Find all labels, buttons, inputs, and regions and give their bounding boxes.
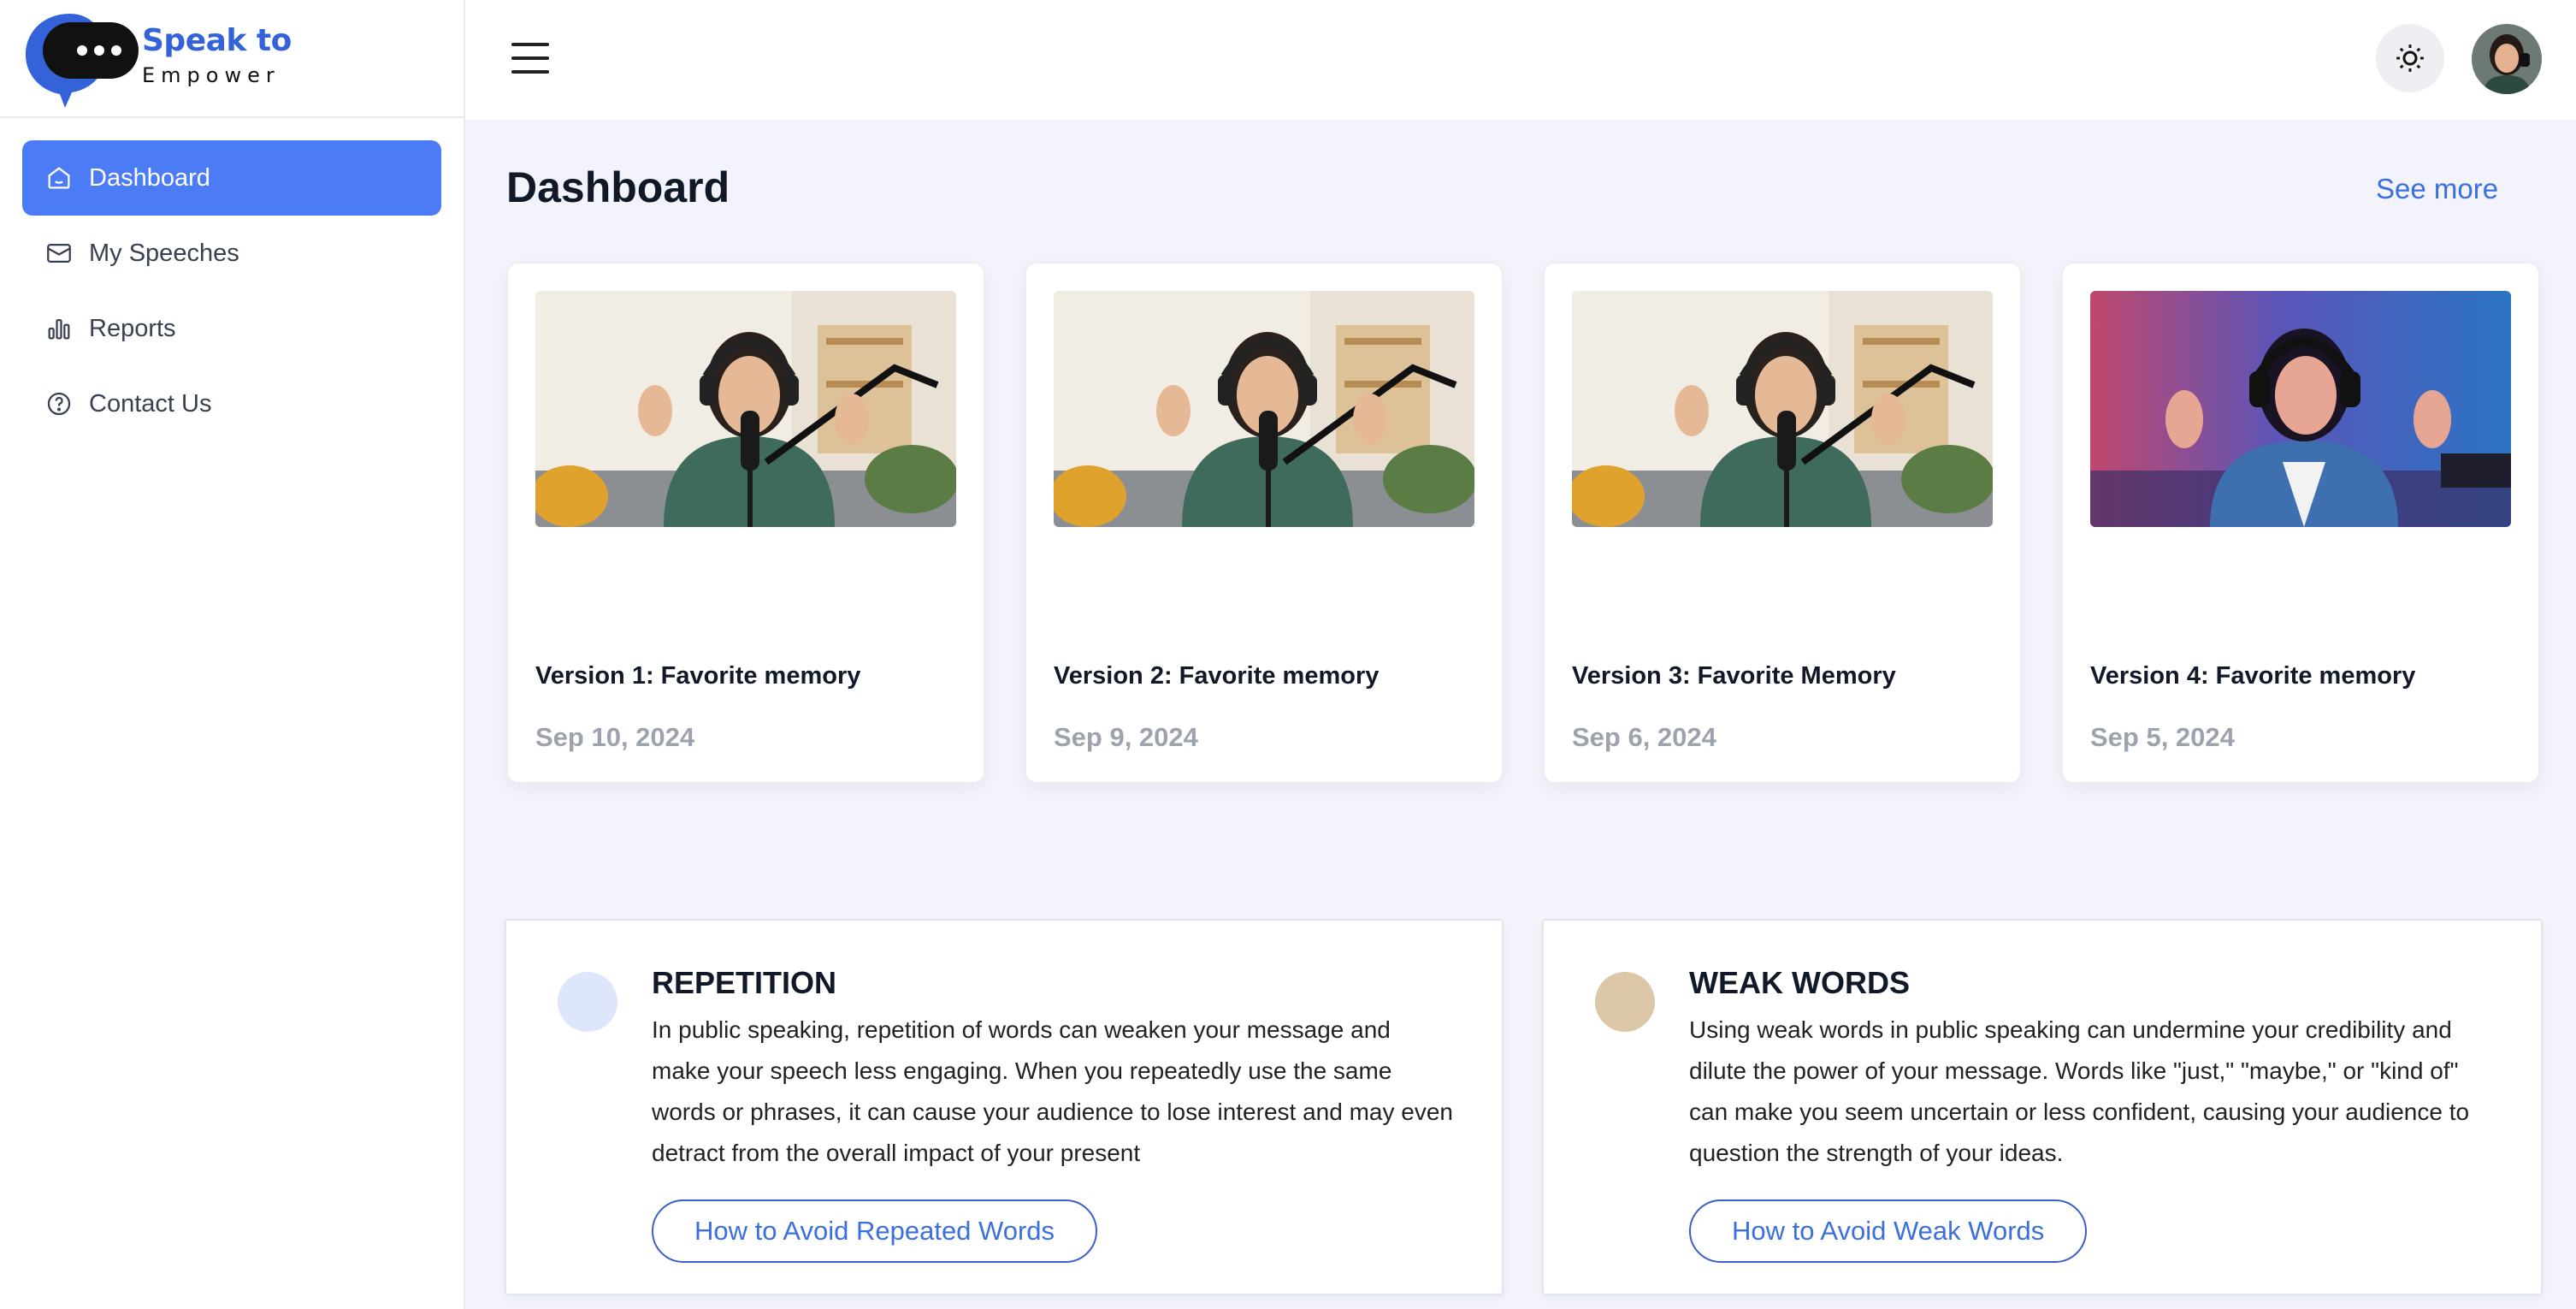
- sidebar-item-label: My Speeches: [89, 239, 239, 267]
- speech-thumbnail: [2090, 291, 2511, 527]
- tip-card-repetition: REPETITION In public speaking, repetitio…: [505, 919, 1504, 1295]
- sidebar-item-my-speeches[interactable]: My Speeches: [22, 216, 441, 291]
- brand-tagline: Empower: [142, 62, 281, 87]
- tip-title: WEAK WORDS: [1689, 965, 1910, 1000]
- speech-title: Version 4: Favorite memory: [2090, 662, 2416, 690]
- top-bar: [465, 0, 2576, 120]
- speech-title: Version 2: Favorite memory: [1054, 662, 1380, 690]
- sidebar-item-dashboard[interactable]: Dashboard: [22, 140, 441, 216]
- tip-title: REPETITION: [652, 965, 837, 1000]
- speech-card[interactable]: Version 4: Favorite memory Sep 5, 2024: [2061, 262, 2540, 784]
- speech-date: Sep 5, 2024: [2090, 722, 2235, 752]
- sun-icon: [2396, 44, 2424, 72]
- brand-name: Speak to: [142, 22, 292, 58]
- speech-date: Sep 9, 2024: [1054, 722, 1198, 752]
- help-circle-icon: [47, 392, 71, 416]
- avoid-weak-words-button[interactable]: How to Avoid Weak Words: [1689, 1199, 2088, 1263]
- speech-title: Version 1: Favorite memory: [535, 662, 861, 690]
- speech-thumbnail: [1572, 291, 1993, 527]
- speech-bubble-logo-icon: [26, 14, 139, 108]
- sidebar-item-reports[interactable]: Reports: [22, 291, 441, 366]
- tip-body: Using weak words in public speaking can …: [1689, 1016, 2470, 1166]
- mail-icon: [47, 243, 71, 264]
- bar-chart-icon: [48, 318, 70, 340]
- hamburger-icon[interactable]: [511, 43, 549, 74]
- home-icon: [48, 167, 70, 189]
- speech-thumbnail: [1054, 291, 1474, 527]
- speech-date: Sep 10, 2024: [535, 722, 695, 752]
- sidebar-item-label: Dashboard: [89, 163, 210, 192]
- tip-card-weak-words: WEAK WORDS Using weak words in public sp…: [1542, 919, 2543, 1295]
- avoid-repeated-words-button[interactable]: How to Avoid Repeated Words: [652, 1199, 1098, 1263]
- sidebar-item-contact-us[interactable]: Contact Us: [22, 366, 441, 441]
- tip-body: In public speaking, repetition of words …: [652, 1016, 1453, 1166]
- sidebar-item-label: Reports: [89, 314, 176, 342]
- tip-indicator-dot: [558, 972, 617, 1032]
- speech-card[interactable]: Version 1: Favorite memory Sep 10, 2024: [506, 262, 985, 784]
- speech-card[interactable]: Version 3: Favorite Memory Sep 6, 2024: [1543, 262, 2022, 784]
- sidebar-item-label: Contact Us: [89, 389, 212, 418]
- user-avatar[interactable]: [2472, 24, 2542, 94]
- sidebar-nav: Dashboard My Speeches Reports Contact Us: [0, 118, 464, 441]
- page-title: Dashboard: [506, 163, 730, 211]
- see-more-link[interactable]: See more: [2376, 173, 2498, 205]
- speech-thumbnail: [535, 291, 956, 527]
- brand-logo[interactable]: Speak to Empower: [0, 0, 464, 118]
- tip-indicator-dot: [1595, 972, 1655, 1032]
- theme-toggle-button[interactable]: [2376, 24, 2444, 92]
- speech-title: Version 3: Favorite Memory: [1572, 662, 1896, 690]
- sidebar: Speak to Empower Dashboard My Speeches R…: [0, 0, 465, 1309]
- speech-card[interactable]: Version 2: Favorite memory Sep 9, 2024: [1025, 262, 1504, 784]
- speech-date: Sep 6, 2024: [1572, 722, 1716, 752]
